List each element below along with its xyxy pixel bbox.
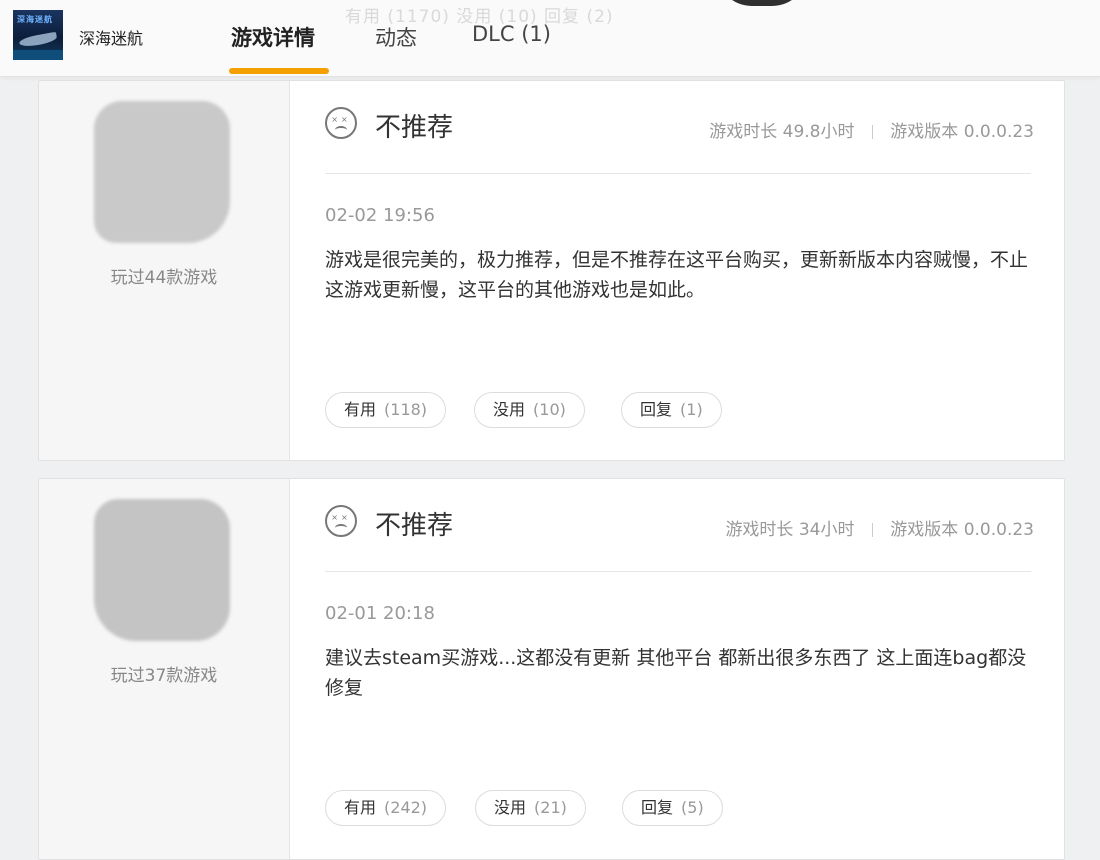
useless-label: 没用 [494, 798, 527, 817]
reply-button[interactable]: 回复 (5) [622, 790, 723, 826]
useful-button[interactable]: 有用 (118) [325, 392, 447, 428]
meta-divider [871, 523, 873, 537]
game-title[interactable]: 深海迷航 [79, 25, 143, 49]
useless-count: (10) [533, 400, 566, 419]
play-time-value: 34小时 [798, 520, 855, 540]
tab-game-details[interactable]: 游戏详情 [231, 22, 315, 52]
review-verdict: 不推荐 [375, 511, 454, 541]
review-card: 玩过44款游戏 ×× 不推荐 游戏时长 49.8小时 游戏版本 0.0.0.23… [38, 80, 1065, 461]
version-value: 0.0.0.23 [963, 122, 1034, 142]
review-meta: 游戏时长 34小时 游戏版本 0.0.0.23 [725, 515, 1034, 540]
review-date: 02-01 20:18 [325, 603, 435, 624]
sad-face-icon: ×× [325, 107, 357, 139]
useful-label: 有用 [344, 400, 377, 419]
version-value: 0.0.0.23 [963, 520, 1034, 540]
useful-count: (242) [384, 798, 428, 817]
useless-button[interactable]: 没用 (10) [474, 392, 585, 428]
game-logo[interactable]: 深海迷航 [13, 10, 63, 60]
divider [325, 571, 1031, 572]
review-text: 建议去steam买游戏...这都没有更新 其他平台 都新出很多东西了 这上面连b… [325, 647, 1027, 699]
play-time-label: 游戏时长 [725, 520, 794, 540]
useless-label: 没用 [493, 400, 526, 419]
reviewer-panel: 玩过37款游戏 [39, 479, 290, 859]
avatar[interactable] [94, 101, 230, 243]
play-time-label: 游戏时长 [709, 122, 778, 142]
tab-activity[interactable]: 动态 [375, 22, 417, 52]
shark-icon [18, 31, 58, 49]
sad-face-icon: ×× [325, 505, 357, 537]
reply-count: (5) [681, 798, 704, 817]
useful-button[interactable]: 有用 (242) [325, 790, 447, 826]
logo-wordmark: 深海迷航 [17, 15, 53, 24]
review-meta: 游戏时长 49.8小时 游戏版本 0.0.0.23 [709, 117, 1034, 142]
review-date: 02-02 19:56 [325, 205, 435, 226]
version-label: 游戏版本 [890, 122, 959, 142]
useful-count: (118) [384, 400, 428, 419]
sea-icon [13, 50, 63, 60]
reviewer-panel: 玩过44款游戏 [39, 81, 290, 460]
review-card: 玩过37款游戏 ×× 不推荐 游戏时长 34小时 游戏版本 0.0.0.23 0… [38, 478, 1065, 860]
useless-count: (21) [534, 798, 567, 817]
active-tab-indicator [229, 68, 329, 74]
floating-circle-button[interactable] [716, 0, 808, 6]
games-played-count: 玩过44款游戏 [110, 268, 218, 288]
avatar[interactable] [94, 499, 230, 641]
play-time-value: 49.8小时 [782, 122, 855, 142]
meta-divider [871, 125, 873, 139]
reply-count: (1) [680, 400, 703, 419]
review-text: 游戏是很完美的，极力推荐，但是不推荐在这平台购买，更新新版本内容贼慢，不止这游戏… [325, 249, 1029, 301]
useful-label: 有用 [344, 798, 377, 817]
tab-dlc[interactable]: DLC (1) [472, 22, 551, 46]
reply-button[interactable]: 回复 (1) [621, 392, 722, 428]
review-verdict: 不推荐 [375, 113, 454, 143]
divider [325, 173, 1031, 174]
version-label: 游戏版本 [890, 520, 959, 540]
reply-label: 回复 [641, 798, 674, 817]
games-played-count: 玩过37款游戏 [110, 666, 218, 686]
useless-button[interactable]: 没用 (21) [475, 790, 586, 826]
reply-label: 回复 [640, 400, 673, 419]
top-nav-bar: 有用 (1170) 没用 (10) 回复 (2) 深海迷航 深海迷航 游戏详情 … [0, 0, 1100, 77]
